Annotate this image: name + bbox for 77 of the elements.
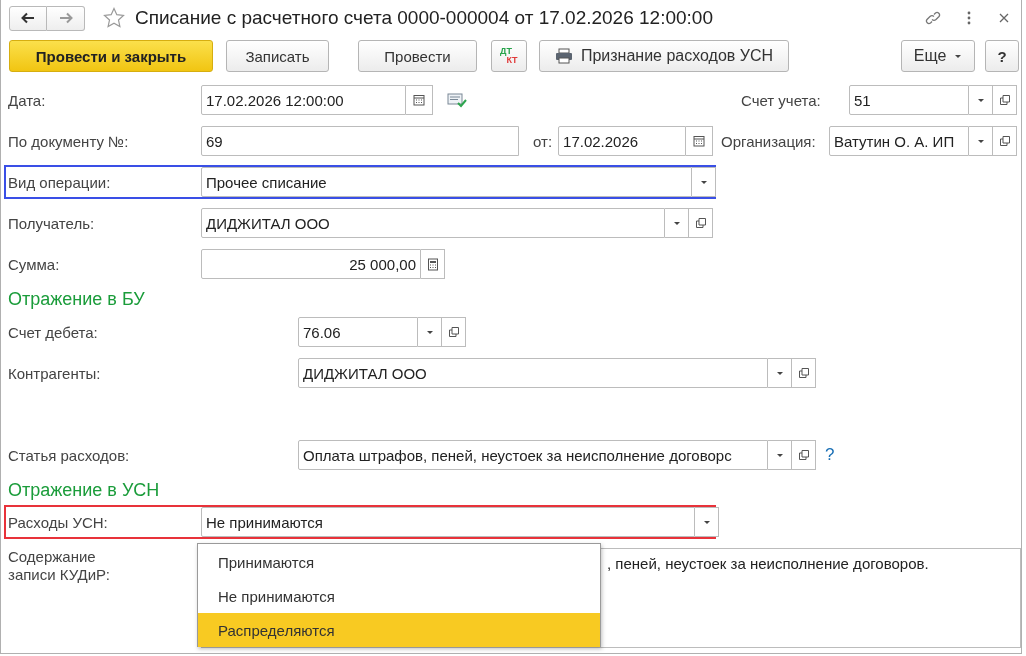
- more-icon[interactable]: [967, 11, 971, 25]
- open-icon: [694, 217, 707, 229]
- toolbar-button[interactable]: ?: [985, 40, 1019, 72]
- field-label: Содержание записи КУДиР:: [8, 548, 111, 585]
- input-field[interactable]: Не принимаются: [201, 507, 695, 537]
- open-icon: [797, 367, 810, 379]
- caret-icon: [702, 519, 711, 525]
- open-icon: [797, 449, 810, 461]
- input-field[interactable]: ДИДЖИТАЛ ООО: [201, 208, 665, 238]
- caret-icon: [976, 138, 985, 144]
- open-button[interactable]: [792, 358, 816, 388]
- field-label: Счет дебета:: [8, 323, 99, 341]
- toolbar-button[interactable]: Провести: [358, 40, 477, 72]
- dropdown-option[interactable]: Не принимаются: [198, 579, 600, 613]
- dt-kt-button[interactable]: ДТ КТ: [491, 40, 527, 72]
- input-field[interactable]: 51: [849, 85, 969, 115]
- dropdown-option[interactable]: Распределяются: [198, 613, 600, 647]
- posted-document-icon[interactable]: [447, 92, 467, 108]
- calculator-button[interactable]: [421, 249, 445, 279]
- star-icon[interactable]: [103, 7, 125, 29]
- open-button[interactable]: [993, 85, 1017, 115]
- field-label: Организация:: [721, 132, 817, 150]
- calendar-button[interactable]: [686, 126, 714, 156]
- back-button[interactable]: [9, 5, 47, 31]
- link-icon[interactable]: [925, 10, 941, 26]
- caret-icon: [976, 97, 985, 103]
- input-field[interactable]: 17.02.2026: [558, 126, 687, 156]
- post-and-close-button[interactable]: Провести и закрыть: [9, 40, 213, 72]
- more-button-label: Еще: [913, 47, 947, 65]
- field-label: Расходы УСН:: [8, 513, 109, 531]
- input-field[interactable]: ДИДЖИТАЛ ООО: [298, 358, 768, 388]
- toolbar-button[interactable]: Записать: [226, 40, 329, 72]
- section-heading: Отражение в БУ: [8, 289, 146, 311]
- calendar-icon: [413, 94, 425, 106]
- help-link[interactable]: ?: [825, 445, 835, 465]
- caret-icon: [672, 220, 681, 226]
- field-label: Статья расходов:: [8, 446, 131, 464]
- open-button[interactable]: [689, 208, 713, 238]
- caret-icon: [954, 53, 963, 59]
- calendar-button[interactable]: [406, 85, 433, 115]
- field-label: Дата:: [8, 91, 47, 109]
- input-field[interactable]: 25 000,00: [201, 249, 421, 279]
- input-field[interactable]: 76.06: [298, 317, 418, 347]
- calendar-icon: [693, 135, 706, 147]
- open-button[interactable]: [792, 440, 816, 470]
- input-field[interactable]: 17.02.2026 12:00:00: [201, 85, 406, 115]
- field-label: от:: [533, 132, 553, 150]
- print-button[interactable]: Признание расходов УСН: [539, 40, 789, 72]
- field-label: Контрагенты:: [8, 364, 102, 382]
- open-icon: [447, 326, 460, 338]
- print-button-label: Признание расходов УСН: [580, 47, 774, 65]
- caret-icon: [425, 329, 434, 335]
- open-button[interactable]: [993, 126, 1017, 156]
- caret-icon: [699, 179, 708, 185]
- back-arrow-icon: [21, 12, 35, 24]
- field-label: Сумма:: [8, 255, 61, 273]
- calculator-icon: [426, 257, 439, 271]
- input-field[interactable]: Ватутин О. А. ИП: [829, 126, 969, 156]
- input-field[interactable]: 69: [201, 126, 519, 156]
- field-label: Вид операции:: [8, 173, 112, 191]
- open-button[interactable]: [442, 317, 466, 347]
- printer-icon: [554, 48, 573, 64]
- section-heading: Отражение в УСН: [8, 480, 161, 502]
- open-icon: [998, 135, 1011, 147]
- dropdown-option[interactable]: Принимаются: [198, 545, 600, 579]
- field-label: По документу №:: [8, 132, 130, 150]
- caret-icon: [775, 370, 784, 376]
- caret-icon: [775, 452, 784, 458]
- field-label: Счет учета:: [741, 91, 822, 109]
- window-title: Списание с расчетного счета 0000-000004 от 17.02.2026 12:00:00: [135, 7, 713, 29]
- open-icon: [998, 94, 1011, 106]
- field-label: Получатель:: [8, 214, 96, 232]
- input-field[interactable]: Прочее списание: [201, 167, 692, 197]
- input-field[interactable]: Оплата штрафов, пеней, неустоек за неисполнение договорс: [298, 440, 768, 470]
- more-button[interactable]: Еще: [901, 40, 975, 72]
- close-icon[interactable]: [999, 13, 1009, 23]
- forward-arrow-icon: [58, 12, 73, 24]
